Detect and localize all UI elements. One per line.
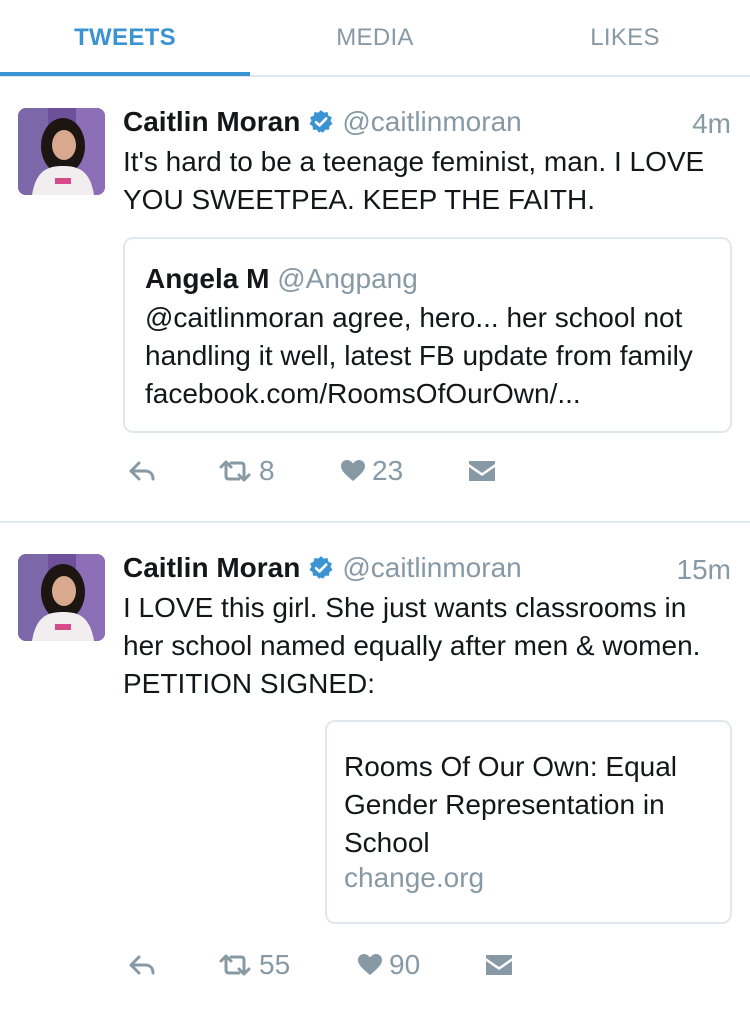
link-card[interactable]: Rooms Of Our Own: Equal Gender Represent… [325,720,732,924]
link-card-domain: change.org [344,862,485,893]
author-handle[interactable]: @caitlinmoran [342,552,521,584]
retweet-icon [219,954,251,976]
link-card-image[interactable] [123,720,325,924]
quoted-author-handle: @Angpang [277,263,418,294]
reply-button[interactable] [127,451,157,491]
tab-media[interactable]: MEDIA [250,0,500,75]
direct-message-button[interactable] [468,451,496,491]
like-button[interactable]: 23 [340,451,403,491]
verified-badge-icon [308,555,334,581]
direct-message-icon [486,955,512,975]
heart-icon [341,460,365,481]
quoted-tweet-text: @caitlinmoran agree, hero... her school … [145,302,693,409]
quoted-tweet-header: Angela M @Angpang [145,263,418,295]
retweet-count: 55 [259,949,291,980]
tweet-card[interactable]: Caitlin Moran @caitlinmoran 4m It's hard… [0,77,750,522]
retweet-count: 8 [259,455,275,486]
active-tab-indicator [0,72,250,76]
avatar[interactable] [18,554,105,641]
avatar[interactable] [18,108,105,195]
retweet-button[interactable]: 8 [217,451,275,491]
author-handle[interactable]: @caitlinmoran [342,106,521,138]
tweet-time[interactable]: 15m [677,554,731,586]
reply-button[interactable] [127,945,157,985]
profile-tabs: TWEETS MEDIA LIKES [0,0,750,77]
tweet-actions: 55 90 [123,945,543,985]
like-button[interactable]: 90 [357,945,420,985]
author-name[interactable]: Caitlin Moran [123,106,300,138]
heart-icon [358,954,382,975]
quoted-tweet[interactable]: Angela M @Angpang @caitlinmoran agree, h… [123,237,732,433]
like-count: 90 [389,949,421,980]
tweet-header: Caitlin Moran @caitlinmoran [123,105,522,141]
tweet-text: I LOVE this girl. She just wants classro… [123,592,701,699]
tweet-text: It's hard to be a teenage feminist, man.… [123,146,705,215]
reply-icon [129,461,155,481]
like-count: 23 [372,455,404,486]
retweet-icon [219,460,251,482]
author-name[interactable]: Caitlin Moran [123,552,300,584]
tweet-card[interactable]: Caitlin Moran @caitlinmoran 15m I LOVE t… [0,523,750,1013]
quoted-author-name: Angela M [145,263,270,294]
reply-icon [129,955,155,975]
tab-tweets[interactable]: TWEETS [0,0,250,75]
tweet-header: Caitlin Moran @caitlinmoran [123,551,522,587]
direct-message-icon [469,461,495,481]
verified-badge-icon [308,109,334,135]
retweet-button[interactable]: 55 [217,945,290,985]
tweet-time[interactable]: 4m [692,108,731,140]
link-card-title: Rooms Of Our Own: Equal Gender Represent… [344,751,678,858]
tab-likes[interactable]: LIKES [500,0,750,75]
direct-message-button[interactable] [485,945,513,985]
tweet-actions: 8 23 [123,451,543,491]
